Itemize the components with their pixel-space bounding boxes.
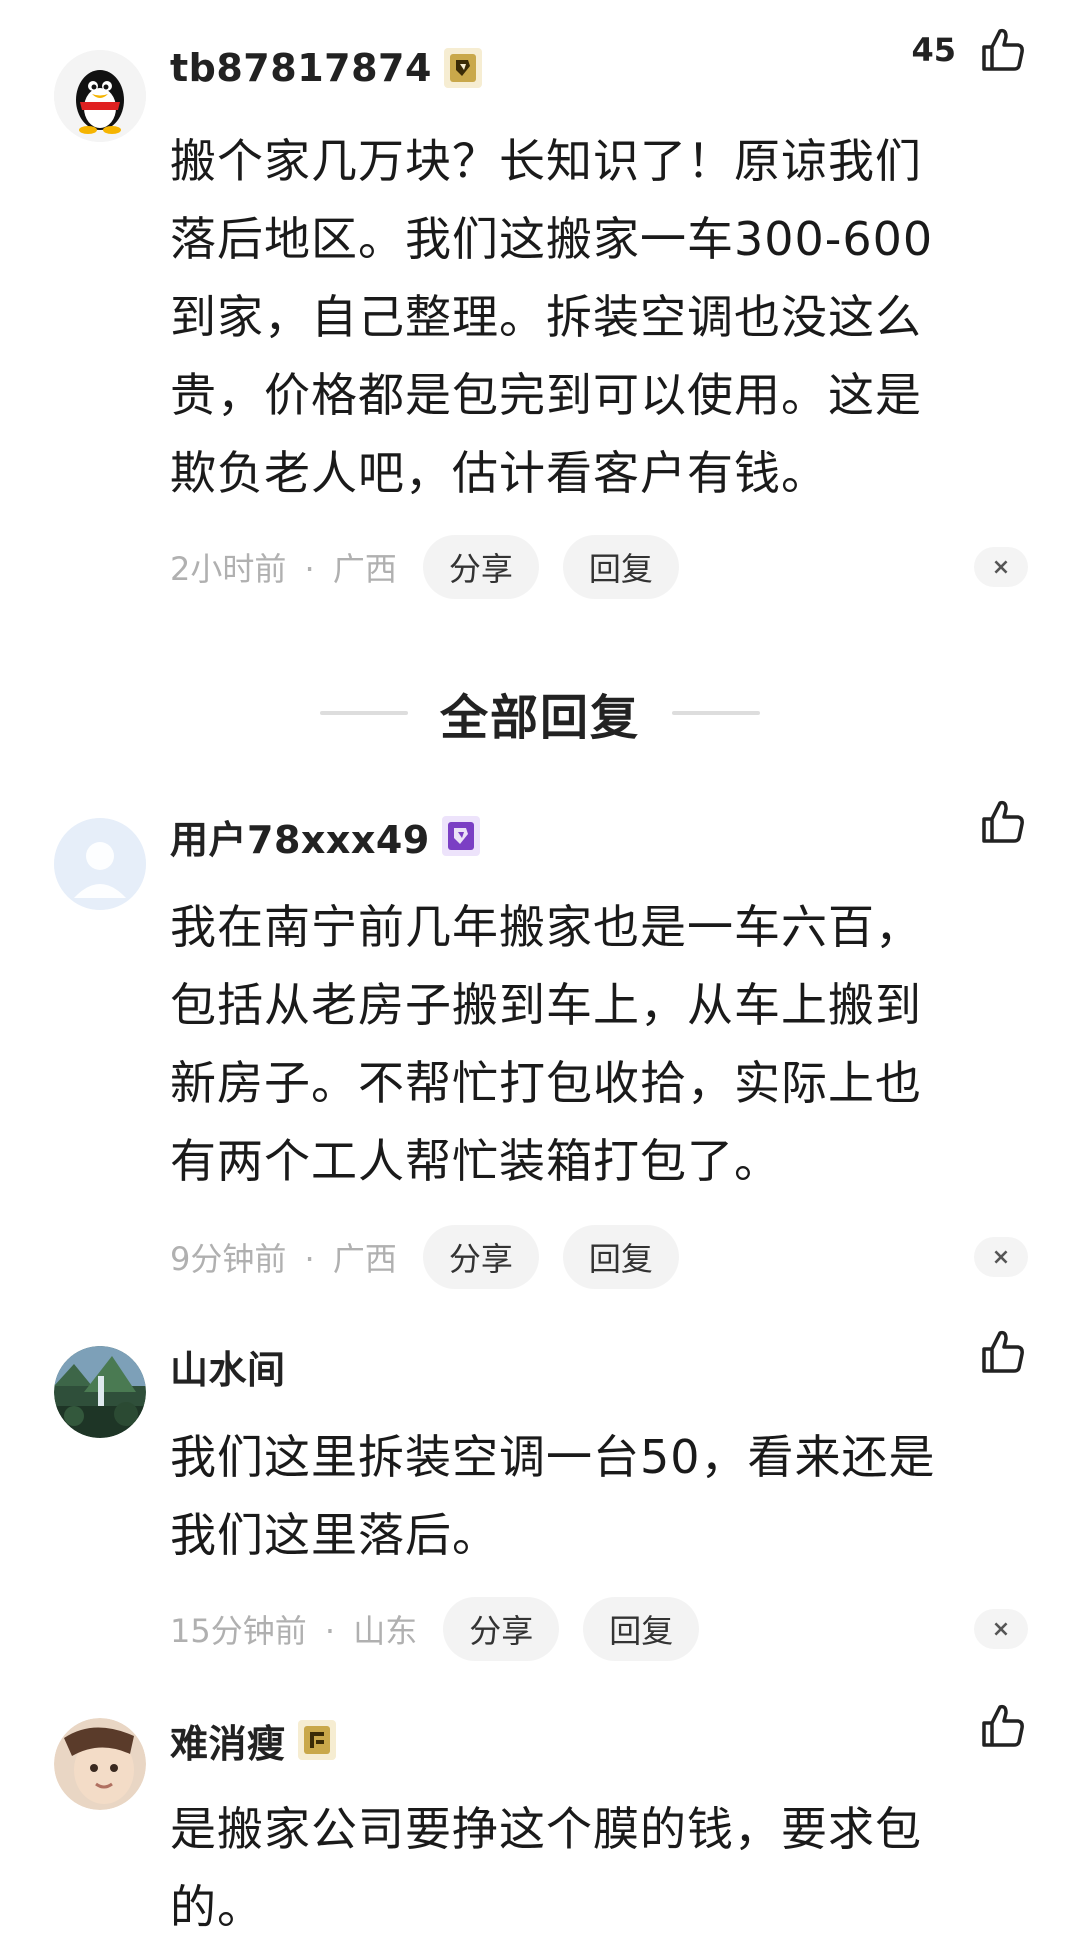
comment-text: 我在南宁前几年搬家也是一车六百， 包括从老房子搬到车上，从车上搬到 新房子。不帮… bbox=[170, 888, 1010, 1200]
all-replies-header: 全部回复 bbox=[0, 680, 1080, 746]
close-icon[interactable]: × bbox=[974, 547, 1028, 587]
avatar[interactable] bbox=[54, 818, 146, 910]
comment-line: 落后地区。我们这搬家一车300-600 bbox=[170, 212, 934, 266]
like-area[interactable]: 45 bbox=[911, 22, 1028, 78]
like-area[interactable] bbox=[978, 794, 1028, 850]
comment-line: 包括从老房子搬到车上，从车上搬到 bbox=[170, 978, 922, 1032]
penguin-avatar-icon bbox=[54, 50, 146, 142]
username-row: 难消瘦 bbox=[170, 1712, 336, 1768]
comment-line: 贵，价格都是包完到可以使用。这是 bbox=[170, 368, 922, 422]
comment-line: 到家，自己整理。拆装空调也没这么 bbox=[170, 290, 922, 344]
avatar[interactable] bbox=[54, 1346, 146, 1438]
comment-line: 我在南宁前几年搬家也是一车六百， bbox=[170, 900, 922, 954]
comment-line: 我们这里拆装空调一台50，看来还是 bbox=[170, 1430, 936, 1484]
like-area[interactable] bbox=[978, 1698, 1028, 1754]
level-badge-icon bbox=[441, 816, 480, 856]
divider bbox=[319, 711, 408, 715]
like-area[interactable] bbox=[978, 1324, 1028, 1380]
comment-line: 是搬家公司要挣这个膜的钱，要求包 bbox=[170, 1802, 922, 1856]
close-icon[interactable]: × bbox=[974, 1609, 1028, 1649]
username[interactable]: 山水间 bbox=[170, 1339, 286, 1394]
meta-row: 15分钟前 · 山东 分享 回复 × bbox=[170, 1596, 1028, 1662]
comment-time: 15分钟前 · 山东 bbox=[170, 1612, 418, 1650]
share-button[interactable]: 分享 bbox=[422, 1225, 539, 1289]
share-button[interactable]: 分享 bbox=[422, 535, 539, 599]
close-icon[interactable]: × bbox=[974, 1237, 1028, 1277]
username-row: 山水间 bbox=[170, 1338, 286, 1394]
reply-button[interactable]: 回复 bbox=[583, 1597, 700, 1661]
comment-text: 我们这里拆装空调一台50，看来还是 我们这里落后。 bbox=[170, 1418, 1010, 1574]
level-badge-icon bbox=[443, 48, 482, 88]
like-count: 45 bbox=[911, 31, 956, 69]
comment-time: 2小时前 · 广西 bbox=[170, 550, 397, 588]
comment-line: 新房子。不帮忙打包收拾，实际上也 bbox=[170, 1056, 922, 1110]
username[interactable]: 难消瘦 bbox=[170, 1713, 286, 1768]
reply-button[interactable]: 回复 bbox=[562, 1225, 679, 1289]
username[interactable]: tb87817874 bbox=[170, 46, 432, 90]
username-row: 用户78xxx49 bbox=[170, 808, 480, 864]
avatar[interactable] bbox=[54, 1718, 146, 1810]
divider bbox=[672, 711, 760, 715]
comment-text: 是搬家公司要挣这个膜的钱，要求包 的。 bbox=[170, 1790, 1010, 1946]
section-title: 全部回复 bbox=[439, 690, 640, 746]
comment-line: 有两个工人帮忙装箱打包了。 bbox=[170, 1134, 781, 1188]
share-button[interactable]: 分享 bbox=[443, 1597, 560, 1661]
username-row: tb87817874 bbox=[170, 40, 482, 96]
username[interactable]: 用户78xxx49 bbox=[170, 809, 430, 864]
avatar[interactable] bbox=[54, 50, 146, 142]
thumbs-up-icon[interactable] bbox=[978, 1701, 1028, 1751]
photo-avatar-icon bbox=[54, 1718, 146, 1810]
comment-time: 9分钟前 · 广西 bbox=[170, 1240, 397, 1278]
landscape-avatar-icon bbox=[54, 1346, 146, 1438]
level-badge-icon bbox=[297, 1720, 336, 1760]
comment-line: 欺负老人吧，估计看客户有钱。 bbox=[170, 446, 828, 500]
thumbs-up-icon[interactable] bbox=[978, 1327, 1028, 1377]
comment-line: 我们这里落后。 bbox=[170, 1508, 499, 1562]
comment-line: 搬个家几万块？长知识了！原谅我们 bbox=[170, 134, 922, 188]
thumbs-up-icon[interactable] bbox=[978, 25, 1028, 75]
meta-row: 9分钟前 · 广西 分享 回复 × bbox=[170, 1224, 1028, 1290]
reply-button[interactable]: 回复 bbox=[562, 535, 679, 599]
thumbs-up-icon[interactable] bbox=[978, 797, 1028, 847]
meta-row: 2小时前 · 广西 分享 回复 × bbox=[170, 534, 1028, 600]
comment-line: 的。 bbox=[170, 1880, 264, 1934]
default-user-icon bbox=[54, 818, 146, 910]
comment-text: 搬个家几万块？长知识了！原谅我们 落后地区。我们这搬家一车300-600 到家，… bbox=[170, 122, 1010, 512]
